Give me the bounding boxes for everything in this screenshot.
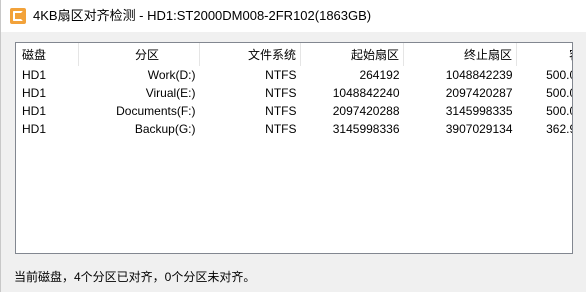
partition-tool-icon (10, 8, 26, 24)
cell-disk: HD1 (22, 86, 47, 100)
title-bar[interactable]: 4KB扇区对齐检测 - HD1:ST2000DM008-2FR102(1863G… (1, 0, 586, 32)
column-header-end-sector[interactable]: 终止扇区 (403, 43, 517, 66)
alignment-check-window: 4KB扇区对齐检测 - HD1:ST2000DM008-2FR102(1863G… (0, 0, 586, 292)
partition-table: 磁盘 分区 文件系统 起始扇区 终止扇区 容量 对齐 HD1 Work(D:) … (16, 43, 572, 138)
cell-partition: Work(D:) (147, 68, 196, 82)
cell-partition: Virual(E:) (145, 86, 196, 100)
table-row[interactable]: HD1 Backup(G:) NTFS 3145998336 390702913… (16, 120, 572, 138)
cell-start-sector: 264192 (359, 68, 400, 82)
column-header-partition[interactable]: 分区 (78, 43, 200, 66)
cell-disk: HD1 (22, 104, 47, 118)
cell-start-sector: 3145998336 (332, 122, 400, 136)
cell-capacity: 362.9GB (546, 122, 572, 136)
status-text: 当前磁盘，4个分区已对齐，0个分区未对齐。 (14, 270, 256, 284)
cell-capacity: 500.0GB (546, 68, 572, 82)
table-header-row: 磁盘 分区 文件系统 起始扇区 终止扇区 容量 对齐 (16, 43, 572, 66)
cell-filesystem: NTFS (265, 104, 297, 118)
cell-start-sector: 2097420288 (332, 104, 400, 118)
table-row[interactable]: HD1 Work(D:) NTFS 264192 1048842239 500.… (16, 66, 572, 84)
cell-filesystem: NTFS (265, 68, 297, 82)
cell-filesystem: NTFS (265, 86, 297, 100)
cell-disk: HD1 (22, 122, 47, 136)
cell-filesystem: NTFS (265, 122, 297, 136)
cell-end-sector: 1048842239 (445, 68, 513, 82)
table-row[interactable]: HD1 Virual(E:) NTFS 1048842240 209742028… (16, 84, 572, 102)
column-header-capacity[interactable]: 容量 (516, 43, 572, 66)
table-row[interactable]: HD1 Documents(F:) NTFS 2097420288 314599… (16, 102, 572, 120)
cell-end-sector: 2097420287 (445, 86, 513, 100)
cell-disk: HD1 (22, 68, 47, 82)
column-header-start-sector[interactable]: 起始扇区 (300, 43, 404, 66)
cell-end-sector: 3907029134 (445, 122, 513, 136)
column-header-disk[interactable]: 磁盘 (16, 43, 79, 66)
cell-capacity: 500.0GB (546, 104, 572, 118)
cell-partition: Documents(F:) (116, 104, 196, 118)
column-header-filesystem[interactable]: 文件系统 (199, 43, 301, 66)
partition-table-panel: 磁盘 分区 文件系统 起始扇区 终止扇区 容量 对齐 HD1 Work(D:) … (15, 42, 573, 254)
cell-capacity: 500.0GB (546, 86, 572, 100)
window-title: 4KB扇区对齐检测 - HD1:ST2000DM008-2FR102(1863G… (33, 8, 372, 23)
cell-partition: Backup(G:) (134, 122, 196, 136)
cell-end-sector: 3145998335 (445, 104, 513, 118)
cell-start-sector: 1048842240 (332, 86, 400, 100)
